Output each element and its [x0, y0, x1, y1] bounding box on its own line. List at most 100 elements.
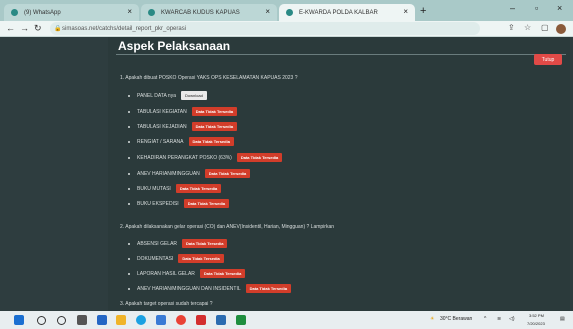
bullet	[128, 94, 130, 97]
question-1: 1. Apakah dibuat POSKO Operasi YAKS OPS …	[120, 75, 298, 81]
item-label: PANEL DATA nya	[137, 92, 176, 99]
status-badge: Data Tidak Tersedia	[191, 122, 238, 131]
list-item: ANEV HARIAN/MINGGUAN DAN INSIDENTIL Data…	[128, 284, 292, 293]
bullet	[128, 125, 130, 128]
bullet	[128, 287, 130, 290]
weather-icon: ☀	[430, 316, 435, 322]
tab-kwarcab[interactable]: KWARCAB KUDUS KAPUAS ×	[141, 4, 277, 21]
status-badge: Data Tidak Tersedia	[178, 254, 224, 263]
status-badge: Data Tidak Tersedia	[236, 153, 283, 162]
task-view-icon[interactable]	[77, 315, 87, 325]
store-icon[interactable]	[156, 315, 166, 325]
site-favicon-icon	[286, 9, 293, 16]
whatsapp-favicon-icon	[11, 9, 18, 16]
excel-icon[interactable]	[236, 315, 246, 325]
weather-text[interactable]: 30°C Berawan	[440, 316, 472, 322]
tab-label: KWARCAB KUDUS KAPUAS	[161, 9, 240, 16]
tray-chevron-icon[interactable]: ^	[484, 316, 486, 322]
status-badge: Data Tidak Tersedia	[183, 199, 230, 208]
list-item: KEHADIRAN PERANGKAT POSKO (63%) Data Tid…	[128, 153, 283, 162]
share-icon[interactable]: ⇪	[508, 23, 515, 32]
tab-label: (9) WhatsApp	[24, 9, 61, 16]
close-window-icon[interactable]: ×	[557, 3, 562, 13]
chrome-icon[interactable]	[176, 315, 186, 325]
close-button[interactable]: Tutup	[534, 54, 562, 65]
edge-icon[interactable]	[136, 315, 146, 325]
status-badge: Data Tidak Tersedia	[188, 137, 234, 146]
tab-label: E-KWARDA POLDA KALBAR	[299, 9, 378, 16]
profile-avatar[interactable]	[556, 24, 566, 34]
clock-time[interactable]: 3:52 PM	[529, 313, 544, 318]
item-label: TABULASI KEJADIAN	[137, 123, 187, 130]
forward-icon[interactable]: →	[20, 23, 29, 33]
status-badge: Data Tidak Tersedia	[191, 107, 238, 116]
tab-whatsapp[interactable]: (9) WhatsApp ×	[4, 4, 139, 21]
close-tab-icon[interactable]: ×	[403, 7, 408, 16]
site-favicon-icon	[148, 9, 155, 16]
item-label: ABSENSI GELAR	[137, 240, 178, 247]
windows-start-icon[interactable]	[14, 315, 24, 325]
url-text: simasoas.net/catchs/detail_report_pkr_op…	[62, 25, 187, 32]
item-label: DOKUMENTASI	[137, 255, 174, 262]
main-content: Aspek Pelaksanaan Tutup 1. Apakah dibuat…	[108, 37, 570, 311]
list-item: BUKU MUTASI Data Tidak Tersedia	[128, 184, 222, 193]
status-badge: Data Tidak Tersedia	[204, 169, 251, 178]
list-item: TABULASI KEGIATAN Data Tidak Tersedia	[128, 107, 238, 116]
list-item: LAPORAN HASIL GELAR Data Tidak Tersedia	[128, 269, 246, 278]
clock-date[interactable]: 7/20/2023	[527, 321, 545, 326]
status-badge: Data Tidak Tersedia	[245, 284, 292, 293]
list-item: TABULASI KEJADIAN Data Tidak Tersedia	[128, 122, 238, 131]
cortana-icon[interactable]	[57, 316, 66, 325]
download-button[interactable]: Download	[181, 91, 207, 100]
item-label: TABULASI KEGIATAN	[137, 108, 187, 115]
close-tab-icon[interactable]: ×	[127, 7, 132, 16]
taskbar: ☀ 30°C Berawan ^ ≋ ◁) 3:52 PM 7/20/2023 …	[0, 311, 573, 329]
browser-tab-bar: (9) WhatsApp × KWARCAB KUDUS KAPUAS × E-…	[0, 0, 573, 21]
question-3: 3. Apakah target operasi sudah tercapai …	[120, 301, 213, 307]
url-input[interactable]: 🔒 simasoas.net/catchs/detail_report_pkr_…	[50, 22, 480, 35]
minimize-icon[interactable]: –	[510, 3, 515, 13]
status-badge: Data Tidak Tersedia	[182, 239, 228, 248]
bullet	[128, 242, 130, 245]
bullet	[128, 257, 130, 260]
network-icon[interactable]: ≋	[497, 316, 501, 322]
new-tab-button[interactable]: +	[420, 5, 426, 17]
page-body: Aspek Pelaksanaan Tutup 1. Apakah dibuat…	[0, 37, 573, 311]
list-item: ABSENSI GELAR Data Tidak Tersedia	[128, 239, 228, 248]
bullet	[128, 156, 130, 159]
status-badge: Data Tidak Tersedia	[199, 269, 246, 278]
pdf-reader-icon[interactable]	[196, 315, 206, 325]
file-explorer-icon[interactable]	[116, 315, 126, 325]
search-icon[interactable]	[37, 316, 46, 325]
bullet	[128, 172, 130, 175]
address-bar: ← → ↻ 🔒 simasoas.net/catchs/detail_repor…	[0, 21, 573, 37]
tab-ekwarda[interactable]: E-KWARDA POLDA KALBAR ×	[279, 4, 415, 21]
list-item: RENGIAT / SARANA Data Tidak Tersedia	[128, 137, 234, 146]
close-tab-icon[interactable]: ×	[265, 7, 270, 16]
page-title: Aspek Pelaksanaan	[118, 39, 231, 53]
bullet	[128, 140, 130, 143]
list-item: ANEV HARIAN/MINGGUAN Data Tidak Tersedia	[128, 169, 251, 178]
volume-icon[interactable]: ◁)	[509, 316, 515, 322]
bookmark-star-icon[interactable]: ☆	[524, 23, 531, 32]
bullet	[128, 202, 130, 205]
word-icon[interactable]	[216, 315, 226, 325]
bullet	[128, 110, 130, 113]
lock-icon: 🔒	[54, 26, 62, 32]
item-label: BUKU MUTASI	[137, 185, 171, 192]
item-label: BUKU EKSPEDISI	[137, 200, 179, 207]
reload-icon[interactable]: ↻	[34, 23, 42, 34]
item-label: RENGIAT / SARANA	[137, 138, 184, 145]
item-label: LAPORAN HASIL GELAR	[137, 270, 195, 277]
sidebar-icon[interactable]: ▢	[541, 23, 549, 32]
list-item: DOKUMENTASI Data Tidak Tersedia	[128, 254, 224, 263]
list-item: BUKU EKSPEDISI Data Tidak Tersedia	[128, 199, 230, 208]
back-icon[interactable]: ←	[6, 23, 15, 33]
list-item: PANEL DATA nya Download	[128, 91, 207, 100]
item-label: ANEV HARIAN/MINGGUAN DAN INSIDENTIL	[137, 285, 241, 292]
maximize-icon[interactable]: ▫	[535, 3, 538, 13]
bullet	[128, 272, 130, 275]
notification-icon[interactable]: ▤	[560, 316, 565, 322]
status-badge: Data Tidak Tersedia	[175, 184, 222, 193]
app-icon[interactable]	[97, 315, 107, 325]
